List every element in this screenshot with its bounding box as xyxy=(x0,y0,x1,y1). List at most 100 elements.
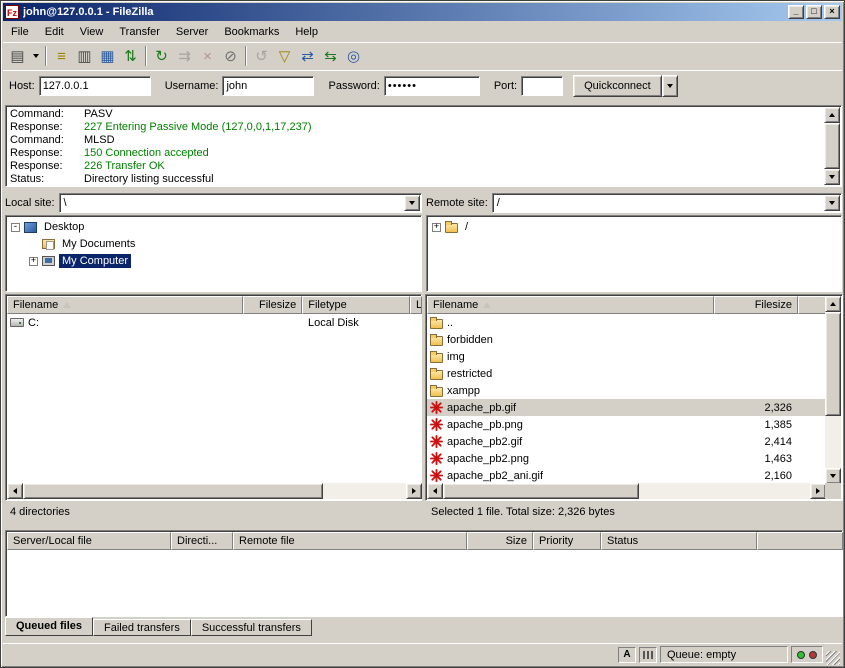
remote-vertical-scrollbar[interactable] xyxy=(825,296,841,484)
expand-icon[interactable]: + xyxy=(29,257,38,266)
password-input[interactable] xyxy=(384,76,480,96)
disconnect-icon[interactable]: ⊘ xyxy=(219,45,242,67)
scrollbar-thumb[interactable] xyxy=(824,123,840,169)
toggle-message-log-icon[interactable]: ≡ xyxy=(50,45,73,67)
combo-dropdown-button[interactable] xyxy=(824,195,840,211)
remote-file-row[interactable]: apache_pb.png 1,385 xyxy=(427,416,826,433)
username-input[interactable] xyxy=(222,76,314,96)
local-site-bar: Local site: \ xyxy=(5,192,422,213)
tree-item-desktop[interactable]: - Desktop xyxy=(6,219,421,235)
remote-file-row[interactable]: apache_pb2.png 1,463 xyxy=(427,450,826,467)
column-filename[interactable]: Filename xyxy=(427,296,714,314)
port-input[interactable] xyxy=(521,76,563,96)
reconnect-icon[interactable]: ↺ xyxy=(250,45,273,67)
tree-item-my-documents[interactable]: My Documents xyxy=(6,236,421,252)
maximize-button[interactable]: □ xyxy=(806,5,822,19)
queue-column-headers: Server/Local file Directi... Remote file… xyxy=(7,532,843,550)
scroll-up-button[interactable] xyxy=(825,296,841,312)
find-files-icon[interactable]: ◎ xyxy=(342,45,365,67)
menu-help[interactable]: Help xyxy=(287,23,326,41)
remote-file-row[interactable]: apache_pb2.gif 2,414 xyxy=(427,433,826,450)
expand-icon[interactable]: + xyxy=(432,223,441,232)
remote-file-row[interactable]: apache_pb2_ani.gif 2,160 xyxy=(427,467,826,484)
remote-file-row-selected[interactable]: apache_pb.gif 2,326 xyxy=(427,399,826,416)
scroll-left-button[interactable] xyxy=(427,483,443,499)
host-input[interactable] xyxy=(39,76,151,96)
column-remote-file[interactable]: Remote file xyxy=(233,532,467,550)
log-vertical-scrollbar[interactable] xyxy=(824,107,840,185)
menu-edit[interactable]: Edit xyxy=(37,23,72,41)
arrow-up-icon xyxy=(829,113,835,117)
tree-item-root[interactable]: + / xyxy=(427,219,841,235)
resize-grip[interactable] xyxy=(826,651,840,665)
collapse-icon[interactable]: - xyxy=(11,223,20,232)
remote-directory-tree: + / xyxy=(426,215,842,292)
minimize-button[interactable]: _ xyxy=(788,5,804,19)
menu-file[interactable]: File xyxy=(3,23,37,41)
scroll-right-button[interactable] xyxy=(406,483,422,499)
toggle-local-tree-icon[interactable]: ▥ xyxy=(73,45,96,67)
column-size[interactable]: Size xyxy=(467,532,533,550)
menu-view[interactable]: View xyxy=(72,23,112,41)
queue-tabs: Queued files Failed transfers Successful… xyxy=(5,617,312,637)
toggle-remote-tree-icon[interactable]: ▦ xyxy=(96,45,119,67)
remote-file-row[interactable]: xampp xyxy=(427,382,826,399)
remote-file-list: Filename Filesize .. forbidden img restr… xyxy=(425,294,843,501)
log-line: Response: 150 Connection accepted xyxy=(8,147,823,160)
site-manager-dropdown-icon[interactable] xyxy=(29,45,42,67)
folder-icon xyxy=(430,353,443,363)
tab-queued-files[interactable]: Queued files xyxy=(5,617,93,636)
column-filetype[interactable]: Filetype xyxy=(302,296,410,314)
minimize-icon: _ xyxy=(793,7,798,16)
remote-site-combobox[interactable]: / xyxy=(492,193,842,213)
scroll-right-button[interactable] xyxy=(810,483,826,499)
menu-server[interactable]: Server xyxy=(168,23,216,41)
process-queue-icon[interactable]: ⇉ xyxy=(173,45,196,67)
tree-item-label[interactable]: My Computer xyxy=(59,254,131,268)
scrollbar-thumb[interactable] xyxy=(825,312,841,416)
scrollbar-thumb[interactable] xyxy=(443,483,639,499)
column-status[interactable]: Status xyxy=(601,532,757,550)
column-last-modified[interactable]: L xyxy=(410,296,422,314)
tree-item-label[interactable]: / xyxy=(462,220,471,234)
remote-horizontal-scrollbar[interactable] xyxy=(427,483,826,499)
scroll-up-button[interactable] xyxy=(824,107,840,123)
menu-bookmarks[interactable]: Bookmarks xyxy=(216,23,287,41)
tree-item-my-computer[interactable]: + My Computer xyxy=(6,253,421,269)
tab-failed-transfers[interactable]: Failed transfers xyxy=(93,619,191,636)
directory-comparison-icon[interactable]: ⇄ xyxy=(296,45,319,67)
tree-item-label[interactable]: Desktop xyxy=(41,220,87,234)
refresh-icon[interactable]: ↻ xyxy=(150,45,173,67)
quickconnect-button[interactable]: Quickconnect xyxy=(573,75,662,97)
titlebar: Fz john@127.0.0.1 - FileZilla _ □ × xyxy=(3,3,842,21)
filter-icon[interactable]: ▽ xyxy=(273,45,296,67)
local-site-combobox[interactable]: \ xyxy=(59,193,422,213)
column-filesize[interactable]: Filesize xyxy=(243,296,302,314)
toggle-transfer-queue-icon[interactable]: ⇅ xyxy=(119,45,142,67)
local-horizontal-scrollbar[interactable] xyxy=(7,483,422,499)
local-file-row-c-drive[interactable]: C: Local Disk xyxy=(7,314,422,331)
chevron-down-icon xyxy=(33,54,39,58)
column-priority[interactable]: Priority xyxy=(533,532,601,550)
scrollbar-thumb[interactable] xyxy=(23,483,323,499)
scroll-down-button[interactable] xyxy=(824,169,840,185)
column-direction[interactable]: Directi... xyxy=(171,532,233,550)
close-button[interactable]: × xyxy=(824,5,840,19)
remote-file-row[interactable]: forbidden xyxy=(427,331,826,348)
column-filesize[interactable]: Filesize xyxy=(714,296,798,314)
remote-file-row[interactable]: restricted xyxy=(427,365,826,382)
tab-successful-transfers[interactable]: Successful transfers xyxy=(191,619,312,636)
column-filename[interactable]: Filename xyxy=(7,296,243,314)
synchronized-browsing-icon[interactable]: ⇆ xyxy=(319,45,342,67)
cancel-icon[interactable]: × xyxy=(196,45,219,67)
column-server-local-file[interactable]: Server/Local file xyxy=(7,532,171,550)
tree-item-label[interactable]: My Documents xyxy=(59,237,138,251)
site-manager-icon[interactable]: ▤ xyxy=(6,45,29,67)
remote-file-row[interactable]: .. xyxy=(427,314,826,331)
combo-dropdown-button[interactable] xyxy=(404,195,420,211)
remote-file-row[interactable]: img xyxy=(427,348,826,365)
menu-transfer[interactable]: Transfer xyxy=(111,23,168,41)
quickconnect-dropdown[interactable] xyxy=(662,75,678,97)
scroll-left-button[interactable] xyxy=(7,483,23,499)
scroll-down-button[interactable] xyxy=(825,468,841,484)
